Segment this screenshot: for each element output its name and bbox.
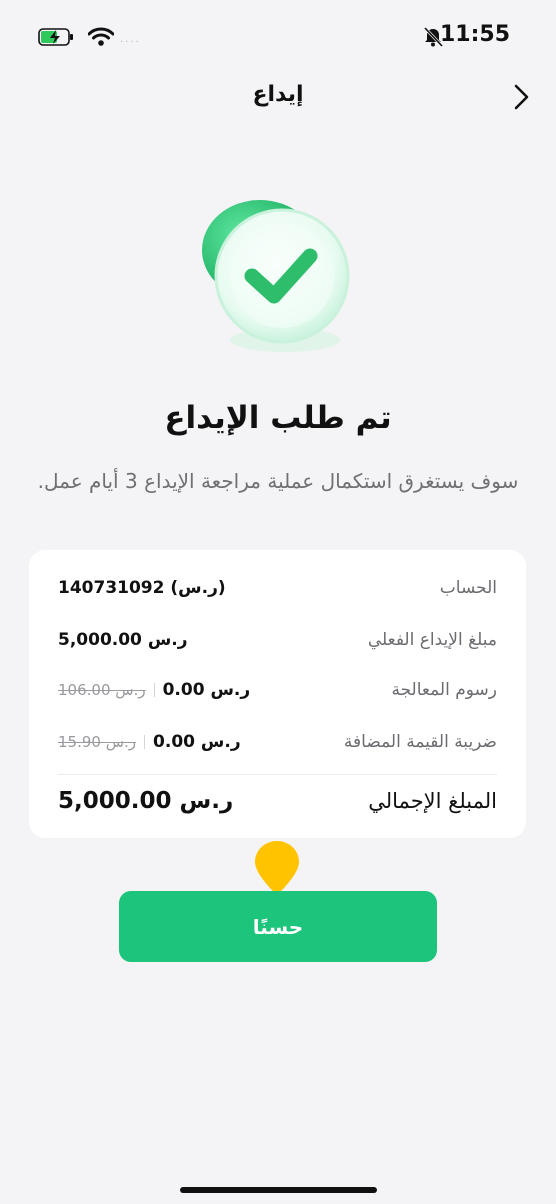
location-pin-icon	[255, 841, 299, 895]
summary-label: ضريبة القيمة المضافة	[343, 732, 497, 752]
battery-charging-icon	[38, 28, 73, 46]
summary-row-vat: ضريبة القيمة المضافة 15.90 ر.س 0.00 ر.س	[58, 727, 497, 757]
summary-value-group: 15.90 ر.س 0.00 ر.س	[58, 732, 241, 752]
original-fee: 106.00 ر.س	[58, 681, 146, 699]
summary-label: الحساب	[439, 578, 497, 598]
summary-row-processing-fee: رسوم المعالجة 106.00 ر.س 0.00 ر.س	[58, 675, 497, 705]
summary-value-group: 106.00 ر.س 0.00 ر.س	[58, 680, 250, 700]
deposit-summary-card: الحساب 140731092 (ر.س) مبلغ الإيداع الفع…	[29, 550, 526, 838]
summary-value: 5,000.00 ر.س	[58, 630, 188, 650]
summary-row-account: الحساب 140731092 (ر.س)	[58, 573, 497, 603]
total-value: 5,000.00 ر.س	[58, 788, 234, 814]
ok-button[interactable]: حسنًا	[119, 891, 437, 962]
summary-value: 140731092 (ر.س)	[58, 578, 226, 598]
status-bar: .... 11:55	[0, 0, 556, 70]
summary-label: رسوم المعالجة	[391, 680, 497, 700]
back-chevron-icon[interactable]	[512, 82, 532, 112]
page-title: إيداع	[252, 82, 304, 107]
value-separator	[144, 735, 146, 749]
value-separator	[153, 683, 155, 697]
status-time: 11:55	[439, 22, 510, 47]
discounted-vat: 0.00 ر.س	[153, 732, 241, 752]
summary-row-total: المبلغ الإجمالي 5,000.00 ر.س	[58, 786, 497, 816]
result-subtitle: سوف يستغرق استكمال عملية مراجعة الإيداع …	[37, 469, 519, 493]
signal-strength: ....	[120, 34, 141, 45]
home-indicator[interactable]	[180, 1187, 377, 1193]
original-vat: 15.90 ر.س	[58, 733, 137, 751]
total-label: المبلغ الإجمالي	[368, 789, 497, 813]
summary-label: مبلغ الإيداع الفعلي	[367, 630, 497, 650]
summary-row-actual-deposit: مبلغ الإيداع الفعلي 5,000.00 ر.س	[58, 625, 497, 655]
wifi-icon	[88, 27, 114, 46]
success-check-icon	[202, 200, 350, 352]
result-headline: تم طلب الإيداع	[164, 400, 392, 436]
discounted-fee: 0.00 ر.س	[162, 680, 251, 700]
summary-divider	[58, 774, 497, 775]
